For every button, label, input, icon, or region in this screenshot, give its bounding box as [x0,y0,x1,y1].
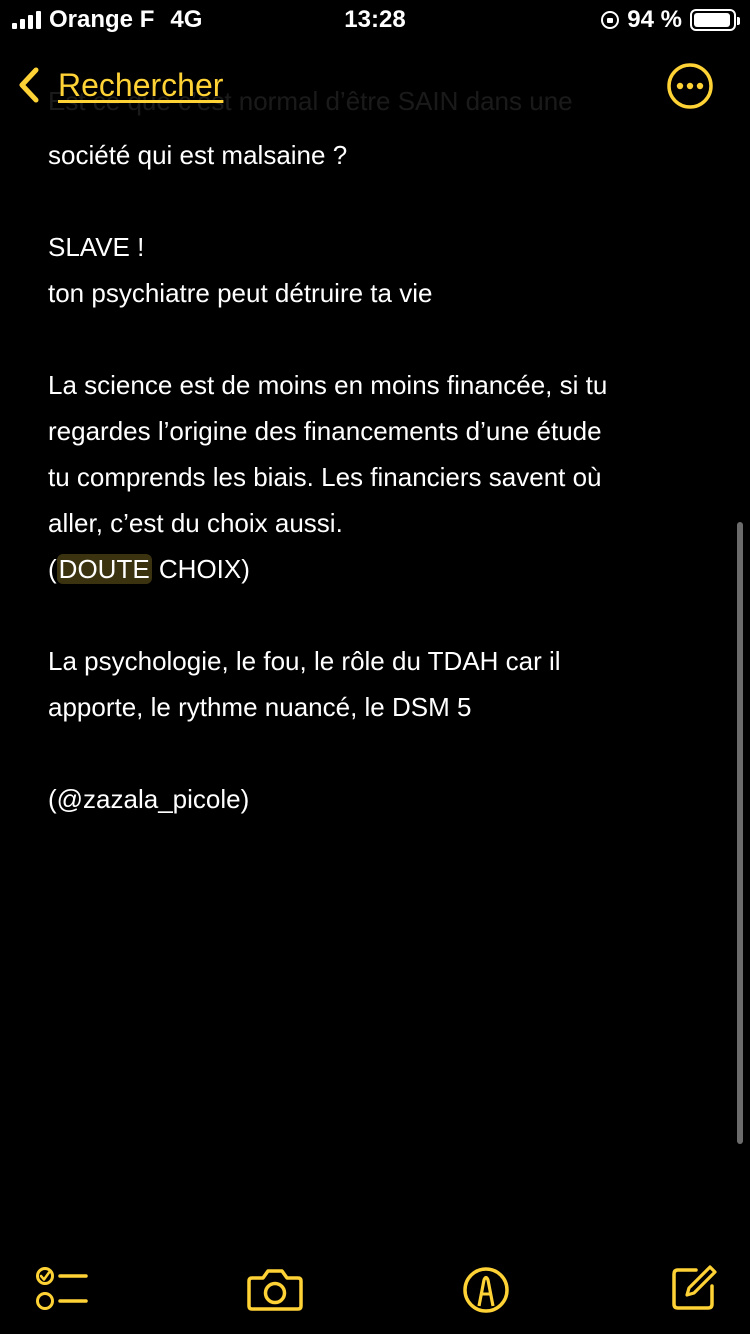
chevron-left-icon [19,67,39,103]
bottom-toolbar [0,1250,750,1334]
markup-icon[interactable] [462,1266,510,1314]
back-button[interactable]: Rechercher [14,62,223,108]
note-line: aller, c’est du choix aussi. [48,508,343,538]
note-line: société qui est malsaine ? [48,140,348,170]
battery-level [694,13,730,27]
highlighted-word[interactable]: DOUTE [56,554,152,584]
note-line: SLAVE ! [48,232,145,262]
note-line: regardes l’origine des financements d’un… [48,416,602,446]
note-line [48,178,718,224]
note-line: ton psychiatre peut détruire ta vie [48,278,433,308]
nav-bar: Rechercher [0,44,750,128]
note-line: La psychologie, le fou, le rôle du TDAH … [48,646,561,676]
network-type: 4G [170,6,203,33]
carrier-name: Orange F [49,6,155,33]
note-line [48,316,718,362]
note-body[interactable]: société qui est malsaine ? SLAVE ! ton p… [48,132,718,822]
signal-icon [12,11,41,29]
camera-icon[interactable] [246,1268,304,1312]
battery-icon [690,9,740,31]
notes-screen: Est ce que c’est normal d’être SAIN dans… [0,0,750,1334]
back-label: Rechercher [58,66,224,103]
checklist-icon[interactable] [34,1266,90,1312]
note-line: La science est de moins en moins financé… [48,370,608,400]
note-line: (@zazala_picole) [48,784,250,814]
note-line: apporte, le rythme nuancé, le DSM 5 [48,692,472,722]
paren-open: ( [48,554,57,584]
note-line-highlighted: (DOUTE CHOIX) [48,546,718,592]
note-line [48,730,718,776]
more-options-icon[interactable] [666,62,714,110]
compose-icon[interactable] [670,1264,718,1312]
after-highlight: CHOIX) [151,554,250,584]
status-bar: Orange F 4G 13:28 94 % [0,0,750,40]
note-line [48,592,718,638]
rotation-lock-icon [601,11,620,29]
scroll-indicator[interactable] [737,522,743,1144]
battery-percent: 94 % [627,6,682,33]
note-line: tu comprends les biais. Les financiers s… [48,462,602,492]
